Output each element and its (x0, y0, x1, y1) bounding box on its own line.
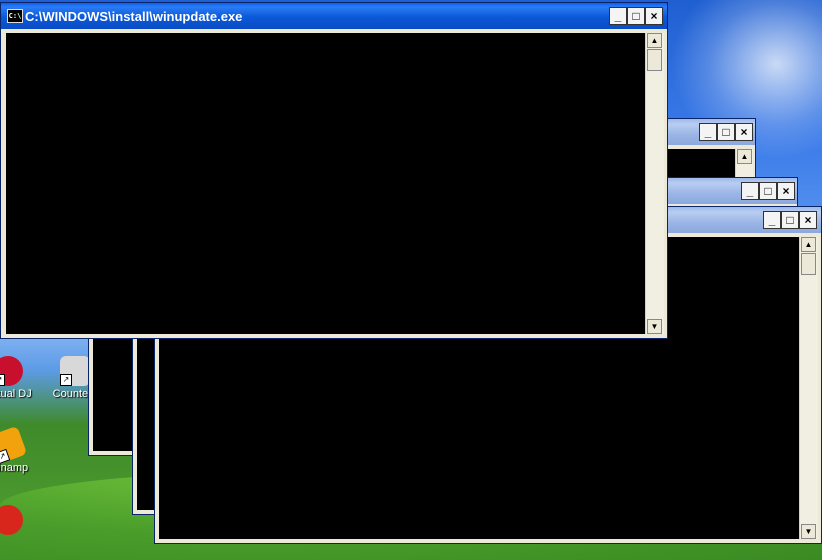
virtual-dj-icon: ↗ (0, 356, 23, 386)
desktop-icon-virtual-dj[interactable]: ↗ Virtual DJ (0, 356, 38, 400)
arrow-down-icon: ▼ (804, 527, 813, 536)
console-window-main[interactable]: C:\ C:\WINDOWS\install\winupdate.exe _ □… (0, 2, 668, 339)
minimize-button[interactable]: _ (699, 123, 717, 141)
console-screen[interactable] (6, 33, 645, 334)
maximize-button[interactable]: □ (781, 211, 799, 229)
maximize-button[interactable]: □ (759, 182, 777, 200)
close-icon: × (804, 213, 812, 227)
console-icon: C:\ (7, 9, 23, 23)
minimize-icon: _ (614, 9, 622, 23)
arrow-up-icon: ▲ (740, 152, 749, 161)
shortcut-arrow-icon: ↗ (60, 374, 72, 386)
arrow-up-icon: ▲ (650, 36, 659, 45)
scroll-up-button[interactable]: ▲ (647, 33, 662, 48)
close-icon: × (782, 184, 790, 198)
scroll-up-button[interactable]: ▲ (801, 237, 816, 252)
close-button[interactable]: × (645, 7, 663, 25)
vertical-scrollbar[interactable]: ▲ ▼ (799, 237, 818, 539)
scroll-down-button[interactable]: ▼ (647, 319, 662, 334)
desktop-icon-ccleaner[interactable] (0, 505, 38, 537)
maximize-icon: □ (764, 184, 772, 198)
vertical-scrollbar[interactable]: ▲ ▼ (645, 33, 664, 334)
close-button[interactable]: × (735, 123, 753, 141)
maximize-button[interactable]: □ (627, 7, 645, 25)
close-icon: × (650, 9, 658, 23)
maximize-button[interactable]: □ (717, 123, 735, 141)
minimize-button[interactable]: _ (763, 211, 781, 229)
minimize-icon: _ (704, 125, 712, 139)
arrow-down-icon: ▼ (650, 322, 659, 331)
scroll-up-button[interactable]: ▲ (737, 149, 752, 164)
shortcut-arrow-icon: ↗ (0, 374, 5, 386)
desktop-icon-label: Winamp (0, 462, 29, 474)
title-bar[interactable]: C:\ C:\WINDOWS\install\winupdate.exe _ □… (1, 3, 667, 29)
desktop-icon-label: Virtual DJ (0, 388, 32, 400)
arrow-up-icon: ▲ (804, 240, 813, 249)
scroll-down-button[interactable]: ▼ (801, 524, 816, 539)
scroll-thumb[interactable] (647, 49, 662, 71)
minimize-button[interactable]: _ (609, 7, 627, 25)
minimize-icon: _ (746, 184, 754, 198)
close-button[interactable]: × (799, 211, 817, 229)
maximize-icon: □ (786, 213, 794, 227)
minimize-icon: _ (768, 213, 776, 227)
maximize-icon: □ (632, 9, 640, 23)
desktop-icon-winamp[interactable]: ↗ Winamp (0, 425, 38, 474)
minimize-button[interactable]: _ (741, 182, 759, 200)
counter-strike-icon: ↗ (60, 356, 90, 386)
winamp-icon: ↗ (0, 425, 28, 465)
ccleaner-icon (0, 505, 23, 535)
close-button[interactable]: × (777, 182, 795, 200)
scroll-thumb[interactable] (801, 253, 816, 275)
maximize-icon: □ (722, 125, 730, 139)
window-title: C:\WINDOWS\install\winupdate.exe (25, 8, 243, 24)
close-icon: × (740, 125, 748, 139)
